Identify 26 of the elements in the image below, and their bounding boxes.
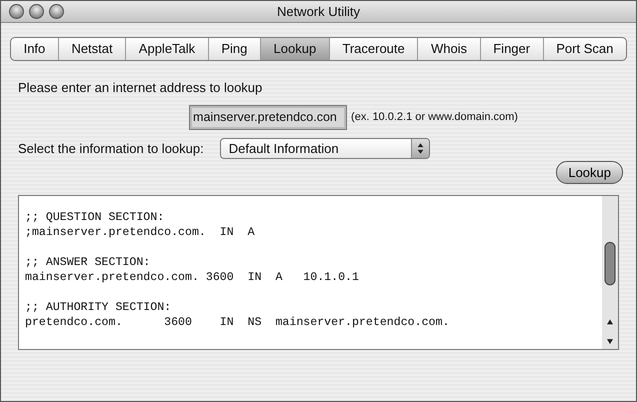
address-field[interactable]: mainserver.pretendco.con: [189, 105, 348, 130]
info-prompt: Select the information to lookup:: [18, 140, 204, 158]
tab[interactable]: Port Scan: [544, 38, 626, 60]
tab[interactable]: Lookup: [260, 38, 330, 60]
output-line: ;; QUESTION SECTION:: [25, 210, 166, 226]
output-line: ;; AUTHORITY SECTION:: [25, 300, 172, 316]
output-line: ;; ANSWER SECTION:: [25, 255, 152, 270]
tab[interactable]: Whois: [418, 38, 481, 60]
window-title: Network Utility: [276, 2, 360, 21]
output-line: pretendco.com. 3600 IN NS mainserver.pretendco.com.: [25, 315, 450, 330]
address-prompt: Please enter an internet address to lookup: [18, 78, 264, 97]
tab[interactable]: Info: [11, 38, 59, 60]
close-button[interactable]: [9, 4, 24, 19]
tab[interactable]: Traceroute: [330, 38, 418, 60]
address-example: (ex. 10.0.2.1 or www.domain.com): [351, 110, 518, 126]
tab[interactable]: AppleTalk: [126, 38, 209, 60]
info-dropdown[interactable]: Default Information: [220, 138, 430, 159]
scrollbar[interactable]: [602, 196, 618, 350]
tab[interactable]: Netstat: [58, 38, 126, 60]
minimize-button[interactable]: [29, 4, 44, 19]
lookup-button[interactable]: Lookup: [556, 160, 623, 184]
zoom-button[interactable]: [49, 4, 64, 19]
output-line: ;mainserver.pretendco.com. IN A: [25, 225, 256, 240]
output-line: mainserver.pretendco.com. 3600 IN A 10.1.0.1: [25, 270, 360, 286]
tab[interactable]: Finger: [480, 38, 544, 60]
stepper-arrows-icon: [410, 138, 429, 158]
